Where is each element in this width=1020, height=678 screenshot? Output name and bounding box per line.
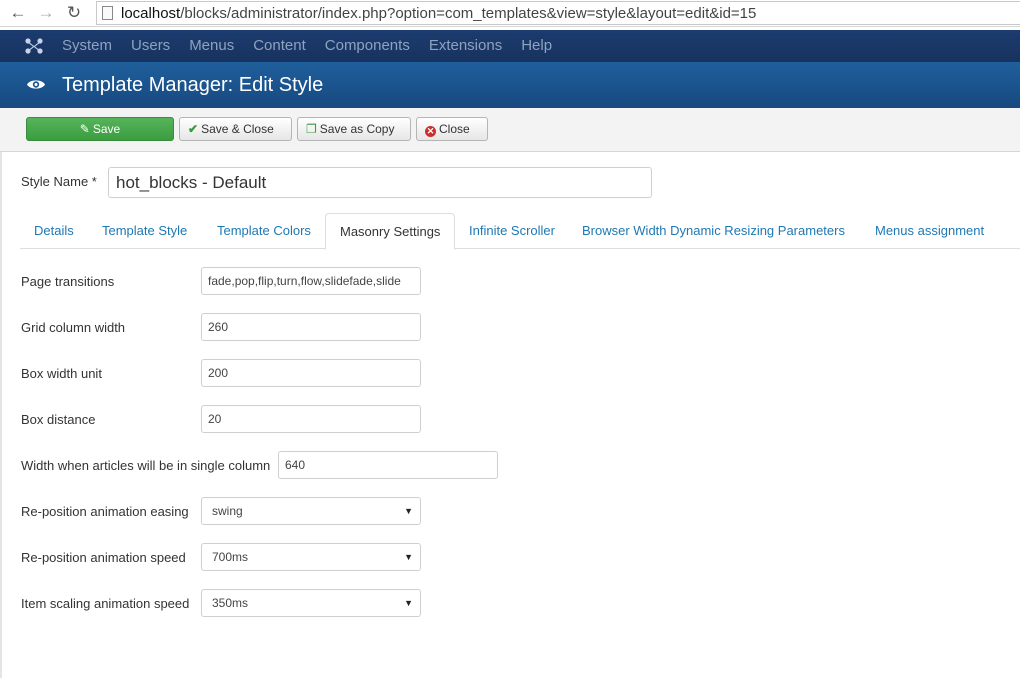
reposition-easing-select[interactable]: swing ▼ <box>201 497 421 525</box>
style-name-input[interactable]: hot_blocks - Default <box>108 167 652 198</box>
reposition-easing-value: swing <box>212 504 243 518</box>
forward-arrow-icon[interactable]: → <box>36 3 56 23</box>
action-toolbar: ✎ Save ✔ Save & Close ❐ Save as Copy ✕ Close <box>0 108 1020 152</box>
menu-menus[interactable]: Menus <box>189 30 234 62</box>
grid-column-width-input[interactable]: 260 <box>201 313 421 341</box>
reposition-easing-label: Re-position animation easing <box>21 504 189 519</box>
item-scaling-speed-select[interactable]: 350ms ▼ <box>201 589 421 617</box>
tab-masonry-settings[interactable]: Masonry Settings <box>325 213 456 250</box>
joomla-logo-icon[interactable] <box>24 37 44 55</box>
tab-menus-assignment[interactable]: Menus assignment <box>861 213 998 249</box>
tab-template-colors[interactable]: Template Colors <box>203 213 325 249</box>
eye-icon <box>27 80 45 89</box>
single-column-width-label: Width when articles will be in single co… <box>21 458 271 473</box>
admin-navbar: System Users Menus Content Components Ex… <box>0 30 1020 62</box>
browser-toolbar: ← → ↻ localhost/blocks/administrator/ind… <box>0 0 1020 27</box>
page-title: Template Manager: Edit Style <box>62 74 324 96</box>
reposition-speed-select[interactable]: 700ms ▼ <box>201 543 421 571</box>
save-button[interactable]: ✎ Save <box>26 117 174 141</box>
menu-components[interactable]: Components <box>325 30 410 62</box>
tab-template-style[interactable]: Template Style <box>88 213 201 249</box>
save-close-button[interactable]: ✔ Save & Close <box>179 117 292 141</box>
box-width-unit-label: Box width unit <box>21 366 102 381</box>
tab-details[interactable]: Details <box>20 213 88 249</box>
box-width-unit-input[interactable]: 200 <box>201 359 421 387</box>
box-distance-input[interactable]: 20 <box>201 405 421 433</box>
single-column-width-input[interactable]: 640 <box>278 451 498 479</box>
reposition-speed-value: 700ms <box>212 550 249 564</box>
close-icon: ✕ <box>425 126 436 137</box>
copy-icon: ❐ <box>306 122 317 136</box>
dropdown-arrow-icon: ▼ <box>404 598 413 608</box>
menu-content[interactable]: Content <box>253 30 306 62</box>
page-icon <box>102 6 113 20</box>
close-button[interactable]: ✕ Close <box>416 117 488 141</box>
page-header: Template Manager: Edit Style <box>0 62 1020 108</box>
reposition-speed-label: Re-position animation speed <box>21 550 186 565</box>
box-distance-label: Box distance <box>21 412 96 427</box>
dropdown-arrow-icon: ▼ <box>404 552 413 562</box>
page-transitions-input[interactable]: fade,pop,flip,turn,flow,slidefade,slide <box>201 267 421 295</box>
tab-browser-width-resizing[interactable]: Browser Width Dynamic Resizing Parameter… <box>568 213 859 249</box>
url-text: localhost/blocks/administrator/index.php… <box>121 5 757 22</box>
reload-icon[interactable]: ↻ <box>64 3 84 23</box>
settings-tabs: Details Template Style Template Colors M… <box>20 213 1020 250</box>
checkmark-icon: ✔ <box>188 122 199 136</box>
page-transitions-label: Page transitions <box>21 274 115 289</box>
item-scaling-speed-value: 350ms <box>212 596 249 610</box>
menu-help[interactable]: Help <box>521 30 552 62</box>
back-arrow-icon[interactable]: ← <box>8 3 28 23</box>
address-bar[interactable]: localhost/blocks/administrator/index.php… <box>96 1 1020 25</box>
admin-menu: System Users Menus Content Components Ex… <box>62 30 571 62</box>
item-scaling-speed-label: Item scaling animation speed <box>21 596 190 611</box>
edit-icon: ✎ <box>79 122 90 136</box>
grid-column-width-label: Grid column width <box>21 320 126 335</box>
style-name-label: Style Name * <box>21 174 97 189</box>
menu-system[interactable]: System <box>62 30 112 62</box>
save-as-copy-button[interactable]: ❐ Save as Copy <box>297 117 411 141</box>
content-left-border <box>0 152 2 678</box>
dropdown-arrow-icon: ▼ <box>404 506 413 516</box>
tab-infinite-scroller[interactable]: Infinite Scroller <box>455 213 569 249</box>
menu-users[interactable]: Users <box>131 30 170 62</box>
menu-extensions[interactable]: Extensions <box>429 30 502 62</box>
